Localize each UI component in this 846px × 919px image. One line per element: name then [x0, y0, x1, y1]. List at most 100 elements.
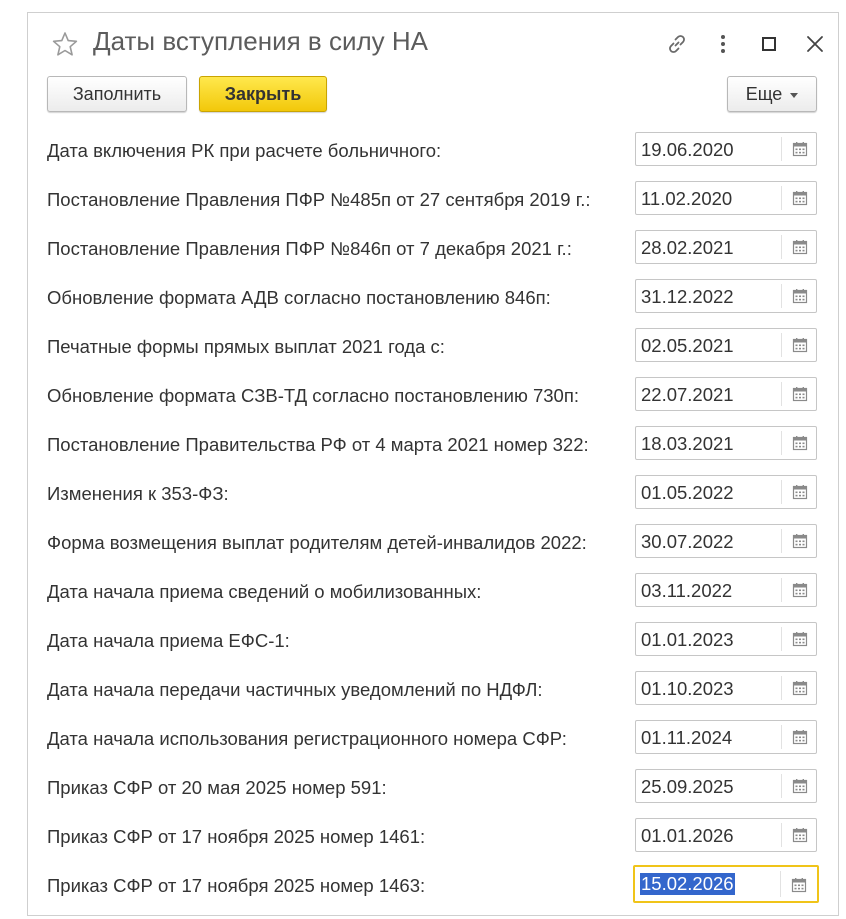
date-value[interactable]: 18.03.2021	[641, 433, 734, 455]
field-label: Дата начала приема ЕФС-1:	[47, 630, 290, 651]
maximize-icon	[762, 37, 776, 51]
date-value[interactable]: 22.07.2021	[641, 384, 734, 406]
date-input[interactable]: 01.11.2024	[635, 720, 817, 754]
date-input[interactable]: 19.06.2020	[635, 132, 817, 166]
date-input[interactable]: 01.01.2023	[635, 622, 817, 656]
date-input[interactable]: 02.05.2021	[635, 328, 817, 362]
field-label: Постановление Правления ПФР №485п от 27 …	[47, 189, 591, 210]
date-value[interactable]: 02.05.2021	[641, 335, 734, 357]
calendar-icon[interactable]	[792, 484, 808, 500]
date-input[interactable]: 31.12.2022	[635, 279, 817, 313]
form-row: Форма возмещения выплат родителям детей-…	[28, 524, 838, 560]
field-label: Приказ СФР от 17 ноября 2025 номер 1463:	[47, 875, 426, 896]
field-divider	[781, 823, 782, 847]
field-label: Дата начала передачи частичных уведомлен…	[47, 679, 543, 700]
calendar-icon[interactable]	[792, 190, 808, 206]
calendar-icon[interactable]	[792, 778, 808, 794]
date-value[interactable]: 03.11.2022	[641, 580, 732, 602]
field-divider	[781, 284, 782, 308]
form-row: Дата включения РК при расчете больничног…	[28, 132, 838, 168]
date-value[interactable]: 01.11.2024	[641, 727, 732, 749]
form-row: Постановление Правления ПФР №846п от 7 д…	[28, 230, 838, 266]
field-divider	[781, 431, 782, 455]
form-row: Дата начала передачи частичных уведомлен…	[28, 671, 838, 707]
date-value[interactable]: 15.02.2026	[640, 873, 735, 895]
form-row: Дата начала использования регистрационно…	[28, 720, 838, 756]
calendar-icon[interactable]	[792, 631, 808, 647]
field-divider	[781, 774, 782, 798]
date-input[interactable]: 01.05.2022	[635, 475, 817, 509]
form-row: Обновление формата СЗВ-ТД согласно поста…	[28, 377, 838, 413]
maximize-button[interactable]	[756, 31, 782, 57]
calendar-icon[interactable]	[792, 386, 808, 402]
field-divider	[781, 529, 782, 553]
date-value[interactable]: 25.09.2025	[641, 776, 734, 798]
more-button-label: Еще	[745, 83, 783, 104]
date-value[interactable]: 01.01.2023	[641, 629, 734, 651]
date-value[interactable]: 30.07.2022	[641, 531, 734, 553]
chevron-down-icon	[790, 92, 799, 98]
form-row: Приказ СФР от 20 мая 2025 номер 591: 25.0…	[28, 769, 838, 805]
date-input[interactable]: 18.03.2021	[635, 426, 817, 460]
calendar-icon[interactable]	[792, 288, 808, 304]
calendar-icon[interactable]	[792, 337, 808, 353]
close-button[interactable]: Закрыть	[199, 76, 327, 112]
window-title: Даты вступления в силу НА	[93, 26, 429, 56]
date-value[interactable]: 01.05.2022	[641, 482, 734, 504]
date-input[interactable]: 01.10.2023	[635, 671, 817, 705]
calendar-icon[interactable]	[792, 141, 808, 157]
date-input[interactable]: 22.07.2021	[635, 377, 817, 411]
field-label: Печатные формы прямых выплат 2021 года с…	[47, 336, 445, 357]
star-icon[interactable]	[52, 31, 78, 57]
field-label: Приказ СФР от 20 мая 2025 номер 591:	[47, 777, 387, 798]
calendar-icon[interactable]	[792, 533, 808, 549]
field-divider	[781, 186, 782, 210]
link-button[interactable]	[664, 31, 690, 57]
field-divider	[781, 333, 782, 357]
more-actions-button[interactable]	[710, 31, 736, 57]
date-value[interactable]: 31.12.2022	[641, 286, 734, 308]
field-label: Дата начала приема сведений о мобилизова…	[47, 581, 482, 602]
date-value[interactable]: 19.06.2020	[641, 139, 734, 161]
title-bar: Даты вступления в силу НА	[28, 13, 838, 75]
date-input[interactable]: 30.07.2022	[635, 524, 817, 558]
field-label: Дата начала использования регистрационно…	[47, 728, 567, 749]
calendar-icon[interactable]	[792, 827, 808, 843]
date-value[interactable]: 01.01.2026	[641, 825, 734, 847]
dialog-window: Даты вступления в силу НА Заполнить Закр…	[27, 12, 839, 916]
field-divider	[781, 627, 782, 651]
more-vertical-icon	[721, 35, 725, 53]
date-value[interactable]: 01.10.2023	[641, 678, 734, 700]
link-icon	[669, 35, 685, 53]
field-label: Постановление Правительства РФ от 4 март…	[47, 434, 589, 455]
field-label: Обновление формата АДВ согласно постанов…	[47, 287, 551, 308]
calendar-icon[interactable]	[792, 582, 808, 598]
date-input[interactable]: 03.11.2022	[635, 573, 817, 607]
date-input[interactable]: 28.02.2021	[635, 230, 817, 264]
form-row: Дата начала приема сведений о мобилизова…	[28, 573, 838, 609]
form-row: Приказ СФР от 17 ноября 2025 номер 1461:…	[28, 818, 838, 854]
form-row: Изменения к 353-ФЗ: 01.05.2022	[28, 475, 838, 511]
calendar-icon[interactable]	[792, 729, 808, 745]
command-bar: Заполнить Закрыть Еще	[28, 76, 838, 118]
more-button[interactable]: Еще	[727, 76, 817, 112]
field-divider	[781, 235, 782, 259]
fill-button[interactable]: Заполнить	[47, 76, 187, 112]
calendar-icon[interactable]	[792, 435, 808, 451]
date-input[interactable]: 15.02.2026	[633, 865, 819, 903]
date-input[interactable]: 25.09.2025	[635, 769, 817, 803]
date-value[interactable]: 11.02.2020	[641, 188, 732, 210]
date-value[interactable]: 28.02.2021	[641, 237, 734, 259]
calendar-icon[interactable]	[791, 877, 807, 893]
close-icon	[807, 36, 823, 52]
close-window-button[interactable]	[802, 31, 828, 57]
form-row: Печатные формы прямых выплат 2021 года с…	[28, 328, 838, 364]
field-label: Приказ СФР от 17 ноября 2025 номер 1461:	[47, 826, 426, 847]
date-input[interactable]: 11.02.2020	[635, 181, 817, 215]
calendar-icon[interactable]	[792, 239, 808, 255]
field-divider	[781, 382, 782, 406]
form-row: Постановление Правительства РФ от 4 март…	[28, 426, 838, 462]
calendar-icon[interactable]	[792, 680, 808, 696]
field-divider	[781, 480, 782, 504]
date-input[interactable]: 01.01.2026	[635, 818, 817, 852]
